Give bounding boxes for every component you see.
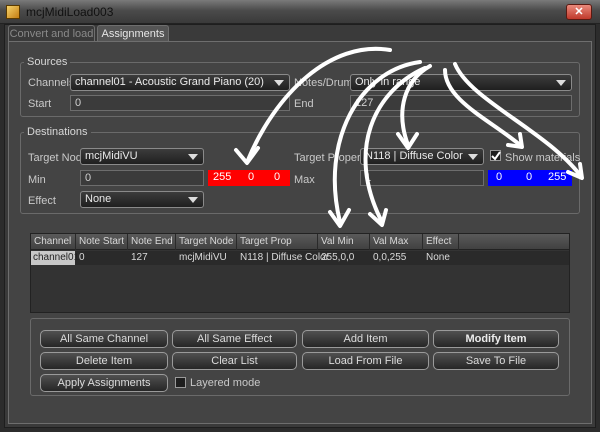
arrow-to-min-color-head bbox=[234, 146, 260, 165]
arrow-to-min-color bbox=[246, 46, 392, 162]
arrow-to-val-max bbox=[363, 66, 427, 224]
arrow-to-max-color bbox=[453, 62, 582, 177]
arrow-to-show-materials bbox=[443, 68, 522, 147]
annotation-arrows bbox=[234, 46, 584, 228]
